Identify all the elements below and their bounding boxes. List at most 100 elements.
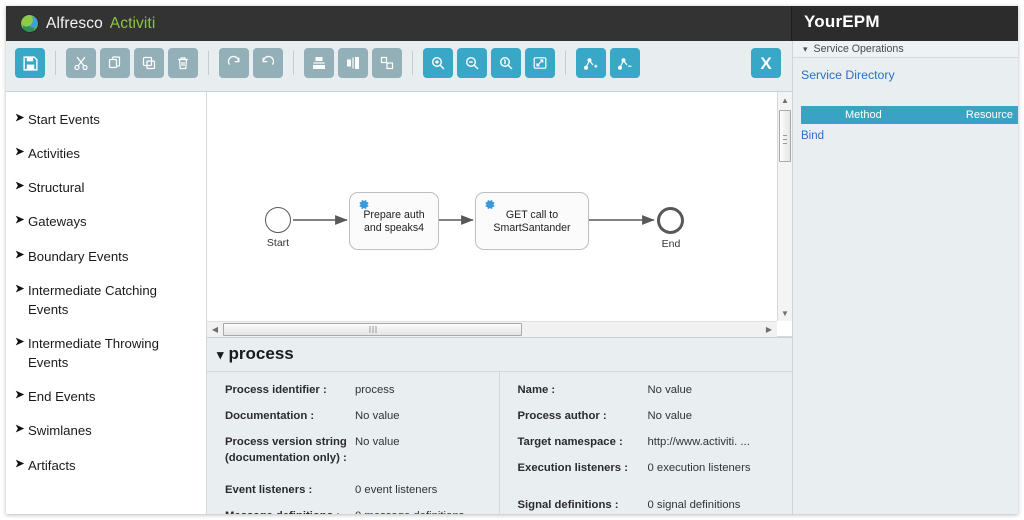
property-value[interactable]: No value — [355, 434, 400, 450]
palette-group-end-events[interactable]: ➤ End Events — [6, 379, 206, 413]
property-value[interactable]: process — [355, 382, 395, 398]
end-event-label: End — [661, 238, 681, 250]
start-event-node[interactable] — [265, 207, 291, 233]
toolbar-separator — [412, 51, 413, 75]
scroll-grip-icon — [369, 326, 376, 333]
undo-button[interactable] — [253, 48, 283, 78]
bpmn-diagram: Start Prepare auth and speaks4 GET call … — [207, 92, 777, 322]
start-event-label: Start — [266, 237, 290, 249]
property-row: Process author : No value — [500, 406, 793, 432]
properties-body: Process identifier : process Documentati… — [207, 372, 792, 514]
zoom-in-button[interactable] — [423, 48, 453, 78]
copy-button[interactable] — [100, 48, 130, 78]
palette-group-label: Swimlanes — [28, 423, 92, 439]
service-task-label: GET call to SmartSantander — [493, 209, 571, 235]
palette-group-boundary-events[interactable]: ➤ Boundary Events — [6, 239, 206, 273]
property-key: Execution listeners : — [517, 462, 629, 474]
redo-button[interactable] — [219, 48, 249, 78]
brand-primary-label: Alfresco — [46, 14, 103, 32]
property-key: Documentation : — [225, 410, 315, 422]
palette-group-start-events[interactable]: ➤ Start Events — [6, 102, 206, 136]
properties-left-column: Process identifier : process Documentati… — [207, 372, 500, 514]
service-task-get-call-smartsantander[interactable]: GET call to SmartSantander — [475, 192, 589, 250]
property-value[interactable]: 0 event listeners — [355, 482, 437, 498]
bind-link[interactable]: Bind — [801, 130, 824, 142]
chevron-right-icon: ➤ — [15, 282, 25, 295]
service-directory-link[interactable]: Service Directory — [793, 58, 1018, 82]
property-key: Process identifier : — [225, 384, 327, 396]
property-value[interactable]: 0 signal definitions — [648, 497, 741, 513]
palette-group-artifacts[interactable]: ➤ Artifacts — [6, 448, 206, 482]
column-header-resource: Resource — [965, 109, 1013, 121]
scroll-grip-icon — [780, 132, 790, 144]
scroll-left-icon[interactable]: ◀ — [208, 323, 222, 336]
property-key: Target namespace : — [517, 436, 623, 448]
property-row: Event listeners : 0 event listeners — [207, 480, 499, 506]
paste-button[interactable] — [134, 48, 164, 78]
service-operations-label: Service Operations — [813, 43, 904, 55]
chevron-right-icon: ➤ — [15, 214, 25, 227]
property-value[interactable]: 0 execution listeners — [648, 460, 751, 476]
property-value[interactable]: No value — [648, 382, 693, 398]
property-value[interactable]: http://www.activiti. ... — [648, 434, 750, 450]
palette-group-activities[interactable]: ➤ Activities — [6, 136, 206, 170]
property-row: Message definitions : 0 message definiti… — [207, 506, 499, 514]
delete-button[interactable] — [168, 48, 198, 78]
property-value[interactable]: No value — [355, 408, 400, 424]
palette-group-intermediate-throwing-events[interactable]: ➤ Intermediate Throwing Events — [6, 326, 206, 379]
palette-group-structural[interactable]: ➤ Structural — [6, 170, 206, 204]
properties-section-header[interactable]: ▾ process — [207, 338, 792, 372]
close-editor-button[interactable]: X — [751, 48, 781, 78]
service-task-prepare-auth[interactable]: Prepare auth and speaks4 — [349, 192, 439, 250]
palette-group-gateways[interactable]: ➤ Gateways — [6, 204, 206, 238]
same-size-button[interactable] — [372, 48, 402, 78]
scroll-right-icon[interactable]: ▶ — [762, 323, 776, 336]
toolbar-separator — [208, 51, 209, 75]
zoom-fit-button[interactable] — [525, 48, 555, 78]
alfresco-logo-icon — [20, 14, 39, 33]
add-bendpoint-button[interactable] — [576, 48, 606, 78]
brand: Alfresco Activiti — [20, 6, 155, 41]
zoom-actual-button[interactable] — [491, 48, 521, 78]
property-value[interactable]: No value — [648, 408, 693, 424]
chevron-right-icon: ➤ — [15, 423, 25, 436]
property-value[interactable]: 0 message definitions — [355, 508, 464, 514]
palette-group-label: End Events — [28, 389, 96, 405]
align-horizontal-button[interactable] — [338, 48, 368, 78]
palette-group-label: Intermediate Throwing Events — [28, 335, 159, 371]
chevron-right-icon: ➤ — [15, 146, 25, 159]
save-button[interactable] — [15, 48, 45, 78]
property-row: Process identifier : process — [207, 380, 499, 406]
zoom-out-button[interactable] — [457, 48, 487, 78]
activiti-modeler-window: Alfresco Activiti YourEPM X ➤ Start Even… — [6, 6, 1018, 514]
vertical-scroll-thumb[interactable] — [779, 110, 791, 162]
property-row: Name : No value — [500, 380, 793, 406]
scroll-down-icon[interactable]: ▼ — [778, 306, 792, 320]
epm-panel: ▾ Service Operations Service Directory M… — [792, 41, 1018, 514]
properties-section-title: process — [228, 344, 294, 363]
toolbar-separator — [293, 51, 294, 75]
diagram-canvas[interactable]: Start Prepare auth and speaks4 GET call … — [207, 92, 792, 337]
palette-group-swimlanes[interactable]: ➤ Swimlanes — [6, 413, 206, 447]
properties-right-column: Name : No value Process author : No valu… — [500, 372, 793, 514]
property-row: Documentation : No value — [207, 406, 499, 432]
epm-title: YourEPM — [804, 12, 880, 31]
cut-button[interactable] — [66, 48, 96, 78]
canvas-vertical-scrollbar[interactable]: ▲ ▼ — [777, 92, 792, 321]
horizontal-scroll-thumb[interactable] — [223, 323, 522, 336]
operations-table-header: Method Resource — [801, 106, 1018, 124]
epm-header-bar: YourEPM — [791, 6, 1018, 41]
scroll-up-icon[interactable]: ▲ — [778, 93, 792, 107]
property-key: Process author : — [517, 410, 607, 422]
palette-group-label: Structural — [28, 180, 85, 196]
chevron-right-icon: ➤ — [15, 457, 25, 470]
service-operations-header[interactable]: ▾ Service Operations — [793, 41, 1018, 58]
align-vertical-button[interactable] — [304, 48, 334, 78]
canvas-horizontal-scrollbar[interactable]: ◀ ▶ — [207, 321, 777, 337]
chevron-down-icon: ▾ — [803, 43, 808, 54]
property-key: Name : — [517, 384, 556, 396]
end-event-node[interactable] — [657, 207, 684, 234]
palette-group-intermediate-catching-events[interactable]: ➤ Intermediate Catching Events — [6, 273, 206, 326]
brand-secondary-label: Activiti — [109, 14, 156, 32]
remove-bendpoint-button[interactable] — [610, 48, 640, 78]
